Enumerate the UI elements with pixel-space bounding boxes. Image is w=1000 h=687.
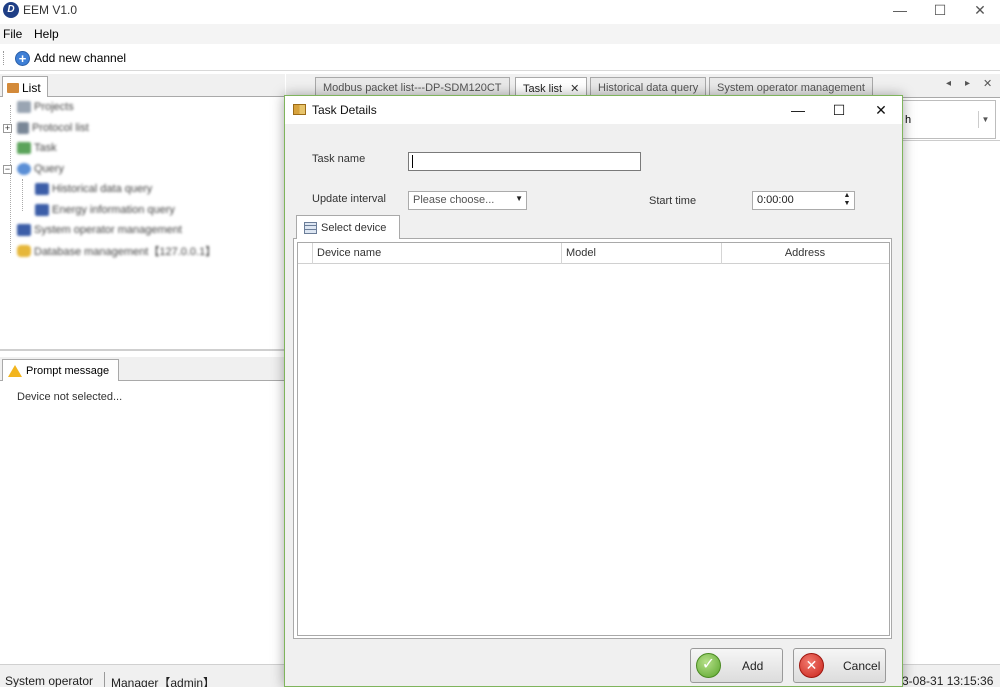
toolbar: + Add new channel	[0, 45, 1000, 71]
expand-protocol-icon[interactable]: +	[3, 124, 12, 133]
window-titlebar: D EEM V1.0 — ☐ ✕	[0, 0, 1000, 22]
minimize-button[interactable]: —	[880, 0, 920, 22]
dropdown-arrow-icon: ▼	[978, 111, 992, 128]
add-button-label: Add	[742, 658, 764, 673]
device-table[interactable]: Device name Model Address	[297, 242, 890, 636]
list-folder-icon	[7, 82, 19, 93]
tab-scroll-right-icon[interactable]: ▸	[965, 78, 970, 89]
panel-splitter[interactable]	[0, 349, 285, 351]
tree-item-database-management[interactable]: Database management【127.0.0.1】	[17, 242, 216, 260]
tree-item-query[interactable]: Query	[17, 160, 64, 178]
tab-select-device-label: Select device	[321, 221, 387, 234]
dialog-title: Task Details	[312, 103, 377, 117]
operator-icon	[17, 224, 31, 236]
divider	[898, 140, 1000, 141]
spin-up-icon[interactable]: ▲	[842, 192, 852, 200]
task-name-label: Task name	[312, 153, 366, 165]
tree-item-system-operator-management[interactable]: System operator management	[17, 221, 182, 239]
dialog-close-button[interactable]: ✕	[861, 98, 901, 122]
projects-icon	[17, 101, 31, 113]
task-icon	[17, 142, 31, 154]
protocol-icon	[17, 122, 29, 134]
close-button[interactable]: ✕	[960, 0, 1000, 22]
tab-prompt-message[interactable]: Prompt message	[2, 359, 119, 382]
window-title: EEM V1.0	[23, 3, 78, 17]
tab-scroll-left-icon[interactable]: ◂	[946, 78, 951, 89]
device-grid-icon	[304, 221, 317, 234]
spin-buttons[interactable]: ▲ ▼	[842, 192, 852, 209]
tab-prompt-label: Prompt message	[26, 365, 110, 377]
warning-icon	[8, 365, 22, 377]
tree-item-historical-data-query[interactable]: Historical data query	[35, 180, 152, 198]
maximize-button[interactable]: ☐	[920, 0, 960, 22]
tab-close-icon[interactable]: ✕	[570, 83, 579, 95]
chevron-down-icon: ▼	[515, 194, 523, 203]
column-device-name[interactable]: Device name	[313, 243, 562, 264]
tree-item-energy-information-query[interactable]: Energy information query	[35, 201, 175, 219]
status-role: System operator	[5, 674, 94, 687]
add-button[interactable]: ✓ Add	[690, 648, 783, 683]
collapse-query-icon[interactable]: −	[3, 165, 12, 174]
start-time-stepper[interactable]: 0:00:00 ▲ ▼	[752, 191, 855, 210]
toolbar-grip	[3, 51, 5, 65]
tree-line	[22, 179, 23, 211]
add-new-channel-label: Add new channel	[34, 51, 127, 65]
tab-list-label: List	[22, 80, 41, 95]
prompt-message-text: Device not selected...	[17, 391, 123, 403]
update-interval-select[interactable]: Please choose... ▼	[408, 191, 527, 210]
add-new-channel-button[interactable]: + Add new channel	[15, 49, 126, 67]
menu-file[interactable]: File	[3, 27, 22, 41]
list-tabstrip: List	[0, 74, 285, 98]
task-details-dialog: Task Details — ☐ ✕ Task name Update inte…	[284, 95, 903, 687]
status-separator	[104, 672, 105, 687]
energy-query-icon	[35, 204, 49, 216]
prompt-panel: Device not selected...	[0, 381, 285, 663]
app-logo-icon: D	[3, 2, 19, 18]
dialog-window-icon	[293, 104, 306, 115]
cancel-x-icon: ✕	[799, 653, 824, 678]
plus-circle-icon: +	[15, 50, 30, 66]
historical-query-icon	[35, 183, 49, 195]
dialog-titlebar: Task Details — ☐ ✕	[285, 96, 902, 124]
menu-help[interactable]: Help	[34, 27, 59, 41]
task-name-input[interactable]	[408, 152, 641, 171]
tab-list[interactable]: List	[2, 76, 48, 98]
column-model[interactable]: Model	[562, 243, 722, 264]
background-search-combo[interactable]: h ▼	[898, 100, 996, 139]
status-datetime: 3-08-31 13:15:36	[902, 674, 994, 687]
menubar: File Help	[0, 24, 1000, 44]
text-caret	[412, 155, 413, 169]
start-time-label: Start time	[649, 195, 697, 207]
cancel-button-label: Cancel	[843, 658, 881, 673]
select-device-panel: Device name Model Address	[293, 238, 892, 639]
status-user: Manager【admin】	[111, 676, 216, 687]
tab-select-device[interactable]: Select device	[296, 215, 400, 239]
tree-item-task[interactable]: Task	[17, 139, 57, 157]
spin-down-icon[interactable]: ▼	[842, 200, 852, 208]
dialog-maximize-button[interactable]: ☐	[819, 98, 859, 122]
checkmark-icon: ✓	[696, 653, 721, 678]
device-table-header: Device name Model Address	[298, 243, 889, 264]
prompt-tabstrip: Prompt message	[0, 357, 285, 382]
row-header-corner	[298, 243, 313, 264]
database-icon	[17, 245, 31, 257]
dialog-minimize-button[interactable]: —	[778, 98, 818, 122]
update-interval-label: Update interval	[312, 193, 386, 205]
tree-item-protocol-list[interactable]: Protocol list	[17, 119, 89, 137]
tree-item-projects[interactable]: Projects	[17, 98, 74, 116]
column-address[interactable]: Address	[722, 243, 888, 264]
close-document-icon[interactable]: ✕	[983, 77, 992, 90]
query-icon	[17, 163, 31, 175]
cancel-button[interactable]: ✕ Cancel	[793, 648, 886, 683]
project-tree: Projects + Protocol list Task − Query Hi…	[0, 97, 285, 349]
